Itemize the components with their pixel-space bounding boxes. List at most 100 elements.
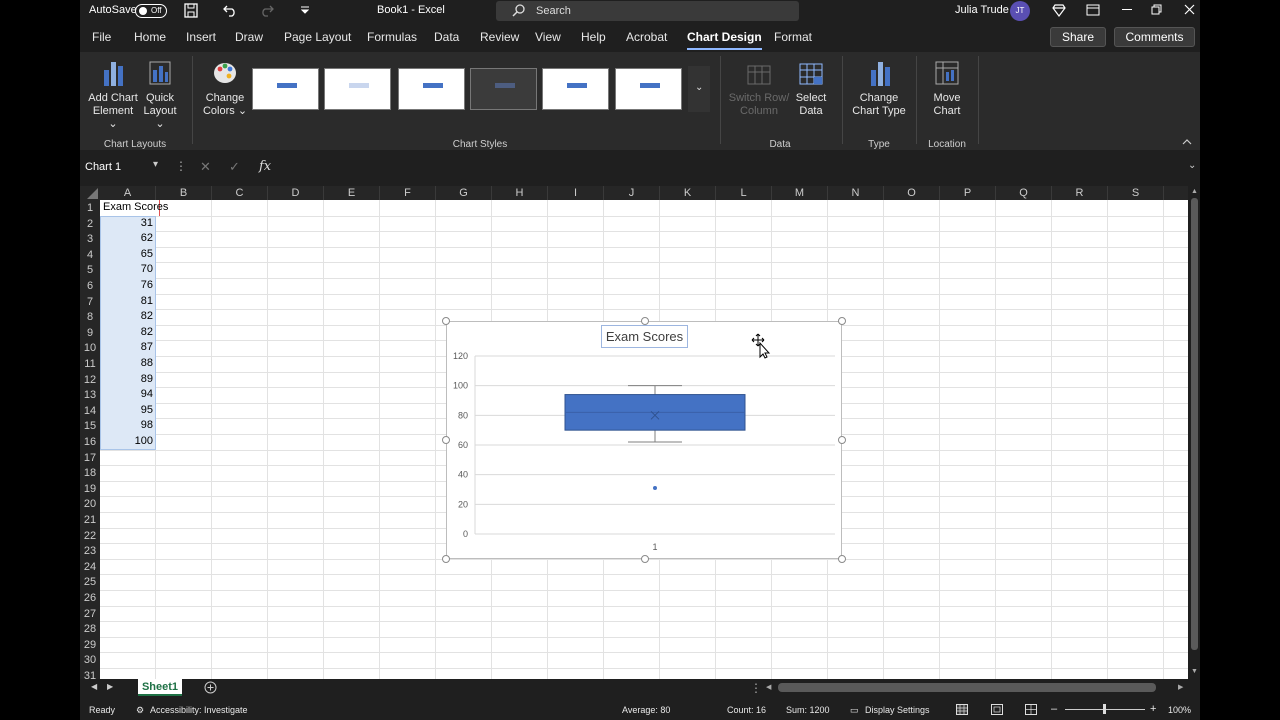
column-header-e[interactable]: E — [324, 186, 380, 200]
row-header-1[interactable]: 1 — [80, 201, 100, 217]
row-header-24[interactable]: 24 — [80, 560, 100, 576]
row-header-6[interactable]: 6 — [80, 279, 100, 295]
row-header-30[interactable]: 30 — [80, 653, 100, 669]
zoom-level[interactable]: 100% — [1168, 705, 1191, 715]
column-header-d[interactable]: D — [268, 186, 324, 200]
zoom-in-icon[interactable]: + — [1150, 703, 1156, 715]
vertical-scrollbar[interactable]: ▲ ▼ — [1189, 186, 1200, 679]
row-header-10[interactable]: 10 — [80, 341, 100, 357]
tab-split-handle-icon[interactable]: ⋮ — [750, 681, 762, 695]
scroll-left-icon[interactable]: ◀ — [766, 683, 771, 691]
restore-icon[interactable] — [1151, 4, 1162, 15]
resize-handle-tl[interactable] — [442, 317, 450, 325]
status-count[interactable]: Count: 16 — [727, 705, 766, 715]
status-sum[interactable]: Sum: 1200 — [786, 705, 830, 715]
row-header-11[interactable]: 11 — [80, 357, 100, 373]
row-header-3[interactable]: 3 — [80, 232, 100, 248]
column-header-s[interactable]: S — [1108, 186, 1164, 200]
status-average[interactable]: Average: 80 — [622, 705, 670, 715]
redo-icon[interactable] — [260, 3, 274, 17]
next-sheet-icon[interactable]: ▶ — [107, 682, 113, 691]
row-header-12[interactable]: 12 — [80, 373, 100, 389]
chart-style-1[interactable] — [252, 68, 319, 110]
move-chart-button[interactable]: Move Chart — [924, 58, 970, 118]
zoom-out-icon[interactable]: – — [1051, 703, 1057, 715]
cell-a9[interactable]: 82 — [100, 325, 156, 341]
select-all-icon[interactable] — [86, 188, 98, 199]
row-header-22[interactable]: 22 — [80, 529, 100, 545]
resize-handle-bl[interactable] — [442, 555, 450, 563]
cell-a13[interactable]: 94 — [100, 387, 156, 403]
column-header-j[interactable]: J — [604, 186, 660, 200]
row-header-5[interactable]: 5 — [80, 263, 100, 279]
row-header-25[interactable]: 25 — [80, 575, 100, 591]
chart-style-4[interactable] — [470, 68, 537, 110]
row-header-19[interactable]: 19 — [80, 482, 100, 498]
cell-a15[interactable]: 98 — [100, 418, 156, 434]
avatar[interactable]: JT — [1010, 1, 1030, 21]
row-header-7[interactable]: 7 — [80, 295, 100, 311]
add-sheet-icon[interactable] — [204, 681, 217, 694]
resize-handle-tr[interactable] — [838, 317, 846, 325]
column-header-i[interactable]: I — [548, 186, 604, 200]
row-header-16[interactable]: 16 — [80, 435, 100, 451]
cell-a16[interactable]: 100 — [100, 434, 156, 450]
cell-a8[interactable]: 82 — [100, 309, 156, 325]
comments-button[interactable]: Comments — [1114, 27, 1195, 47]
plot-area[interactable]: 0 20 40 60 80 100 120 1 — [447, 322, 843, 560]
row-header-20[interactable]: 20 — [80, 497, 100, 513]
display-settings-button[interactable]: Display Settings — [865, 705, 930, 715]
autosave-toggle[interactable]: Off — [135, 4, 167, 18]
share-button[interactable]: Share — [1050, 27, 1106, 47]
row-header-28[interactable]: 28 — [80, 622, 100, 638]
resize-handle-top[interactable] — [641, 317, 649, 325]
accessibility-status[interactable]: Accessibility: Investigate — [150, 705, 248, 715]
tab-data[interactable]: Data — [434, 30, 459, 44]
column-header-l[interactable]: L — [716, 186, 772, 200]
quick-layout-button[interactable]: Quick Layout ⌄ — [138, 58, 182, 131]
column-header-b[interactable]: B — [156, 186, 212, 200]
minimize-icon[interactable] — [1122, 9, 1132, 11]
page-break-view-icon[interactable] — [1025, 704, 1037, 715]
cell-a5[interactable]: 70 — [100, 262, 156, 278]
row-header-21[interactable]: 21 — [80, 513, 100, 529]
row-header-14[interactable]: 14 — [80, 404, 100, 420]
cell-a11[interactable]: 88 — [100, 356, 156, 372]
column-header-p[interactable]: P — [940, 186, 996, 200]
row-header-17[interactable]: 17 — [80, 451, 100, 467]
column-header-g[interactable]: G — [436, 186, 492, 200]
row-header-9[interactable]: 9 — [80, 326, 100, 342]
tab-review[interactable]: Review — [480, 30, 519, 44]
insert-function-icon[interactable]: fx — [259, 159, 271, 174]
row-header-15[interactable]: 15 — [80, 419, 100, 435]
zoom-slider-thumb[interactable] — [1103, 704, 1106, 714]
save-icon[interactable] — [184, 3, 198, 18]
cell-a14[interactable]: 95 — [100, 403, 156, 419]
row-header-29[interactable]: 29 — [80, 638, 100, 654]
tab-draw[interactable]: Draw — [235, 30, 263, 44]
cell-a7[interactable]: 81 — [100, 294, 156, 310]
tab-home[interactable]: Home — [134, 30, 166, 44]
select-data-button[interactable]: Select Data — [790, 58, 832, 118]
collapse-ribbon-icon[interactable] — [1182, 138, 1192, 145]
scroll-up-icon[interactable]: ▲ — [1191, 188, 1198, 195]
scroll-right-icon[interactable]: ▶ — [1178, 683, 1183, 691]
row-header-26[interactable]: 26 — [80, 591, 100, 607]
resize-handle-br[interactable] — [838, 555, 846, 563]
expand-formula-bar-icon[interactable]: ⌄ — [1188, 160, 1196, 171]
cell-a6[interactable]: 76 — [100, 278, 156, 294]
row-header-23[interactable]: 23 — [80, 544, 100, 560]
sheet-tab-sheet1[interactable]: Sheet1 — [138, 679, 182, 696]
change-chart-type-button[interactable]: Change Chart Type — [850, 58, 908, 118]
chart-style-2[interactable] — [324, 68, 391, 110]
formula-input[interactable] — [280, 158, 1185, 178]
ribbon-display-icon[interactable] — [1086, 4, 1100, 16]
cancel-icon[interactable]: ✕ — [200, 159, 211, 175]
switch-row-column-button[interactable]: Switch Row/ Column — [728, 58, 790, 118]
page-layout-view-icon[interactable] — [991, 704, 1003, 715]
change-colors-button[interactable]: Change Colors ⌄ — [200, 58, 250, 118]
column-header-m[interactable]: M — [772, 186, 828, 200]
tab-help[interactable]: Help — [581, 30, 606, 44]
cell-a12[interactable]: 89 — [100, 372, 156, 388]
tab-view[interactable]: View — [535, 30, 561, 44]
